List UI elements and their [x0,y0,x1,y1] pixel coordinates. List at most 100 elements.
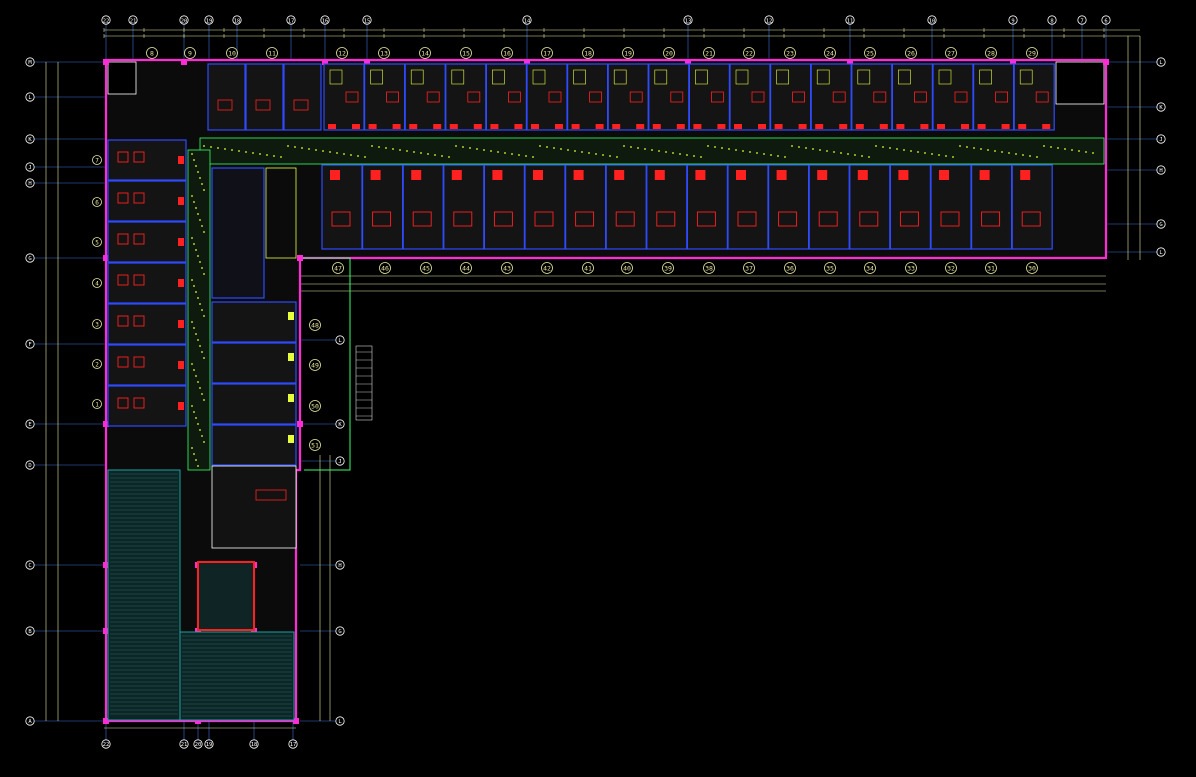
bottom-axis-label: 19 [206,742,213,748]
door-marker [839,124,848,129]
door-marker [1020,170,1031,180]
corridor-dot [420,152,422,154]
corridor-dot [201,351,203,353]
bottom-axis-label: 17 [290,742,297,748]
corridor-dot [203,273,205,275]
door-marker [636,124,645,129]
door-marker [855,124,864,129]
room-south [930,164,972,250]
stair-nw [107,61,137,95]
corridor-dot [201,225,203,227]
corridor-dot [847,153,849,155]
corridor-dot [201,183,203,185]
corridor-dot [728,148,730,150]
door-marker [654,170,665,180]
corridor-dot [199,387,201,389]
corridor-dot [193,285,195,287]
room-number-top: 24 [826,50,834,58]
corridor-dot [609,155,611,157]
corridor-dot [616,156,618,158]
corridor-dot [868,156,870,158]
door-marker [178,156,184,164]
door-marker [330,170,340,180]
corridor-dot [595,153,597,155]
top-axis-bubble: 7 [1080,18,1083,24]
corridor-dot [1092,152,1094,154]
corridor-dot [406,150,408,152]
corridor-dot [364,156,366,158]
corridor-dot [191,321,193,323]
corridor-dot [238,150,240,152]
room-number-top: 9 [188,50,192,58]
corridor-dot [539,145,541,147]
corridor-dot [371,145,373,147]
room-south [727,164,769,250]
corridor-dot [623,145,625,147]
corridor-dot [308,148,310,150]
corridor-dot [896,148,898,150]
bottom-axis-label: 21 [181,742,188,748]
left-axis-label: J [28,165,31,171]
room-number-bottom: 32 [947,265,955,273]
room-number-bottom: 39 [664,265,672,273]
corridor-dot [195,333,197,335]
unit-number: 7 [95,157,99,164]
room-north-west [283,63,322,131]
room-number-top: 16 [503,50,511,58]
door-marker [920,124,929,129]
corridor-dot [294,146,296,148]
corridor-dot [201,435,203,437]
corridor-dot [525,155,527,157]
bottom-axis-label: 22 [103,742,110,748]
corridor-dot [938,154,940,156]
room-south [564,164,607,250]
door-marker [370,170,381,180]
corridor-dot [455,145,457,147]
corridor-dot [560,148,562,150]
corridor-dot [756,152,758,154]
door-marker [676,124,685,129]
room-number-top: 27 [947,50,955,58]
right-axis-label: J [1159,137,1162,143]
top-axis-bubble: 20 [181,18,188,24]
room-north-west [245,63,284,131]
corridor-dot [574,150,576,152]
corridor-dot [193,243,195,245]
door-marker [514,124,523,129]
left-axis-label: G [28,256,31,262]
corridor-dot [231,149,233,151]
corridor-dot [199,177,201,179]
door-marker [614,170,625,180]
corridor-dot [191,279,193,281]
corridor-dot [518,154,520,156]
room-east [211,342,297,384]
corridor-dot [199,429,201,431]
door-marker [979,170,990,180]
top-axis-bubble: 9 [1011,18,1014,24]
corridor-dot [588,152,590,154]
corridor-dot [798,146,800,148]
corridor-south [187,149,211,471]
corridor-dot [195,249,197,251]
corridor-dot [191,363,193,365]
door-marker [857,170,868,180]
side-room-number: 48 [311,322,319,330]
corridor-dot [357,155,359,157]
side-room-number: 49 [311,362,319,370]
cad-floor-plan[interactable]: 22 21 20 19 18 17 16 15 14 13 12 11 10 9 8 7 6 8 9 10 11 12 13… [0,0,1196,773]
room-number-bottom: 40 [623,265,631,273]
corridor-dot [301,147,303,149]
room-number-top: 21 [705,50,713,58]
door-marker [1018,124,1027,129]
door-marker [178,361,184,369]
corridor-dot [840,152,842,154]
corridor-dot [193,201,195,203]
room-south [443,164,485,250]
door-marker [571,124,580,129]
corridor-dot [826,150,828,152]
top-axis-bubble: 10 [929,18,936,24]
room-west [107,262,187,304]
corridor-dot [777,155,779,157]
door-marker [555,124,563,129]
door-marker [178,238,184,246]
